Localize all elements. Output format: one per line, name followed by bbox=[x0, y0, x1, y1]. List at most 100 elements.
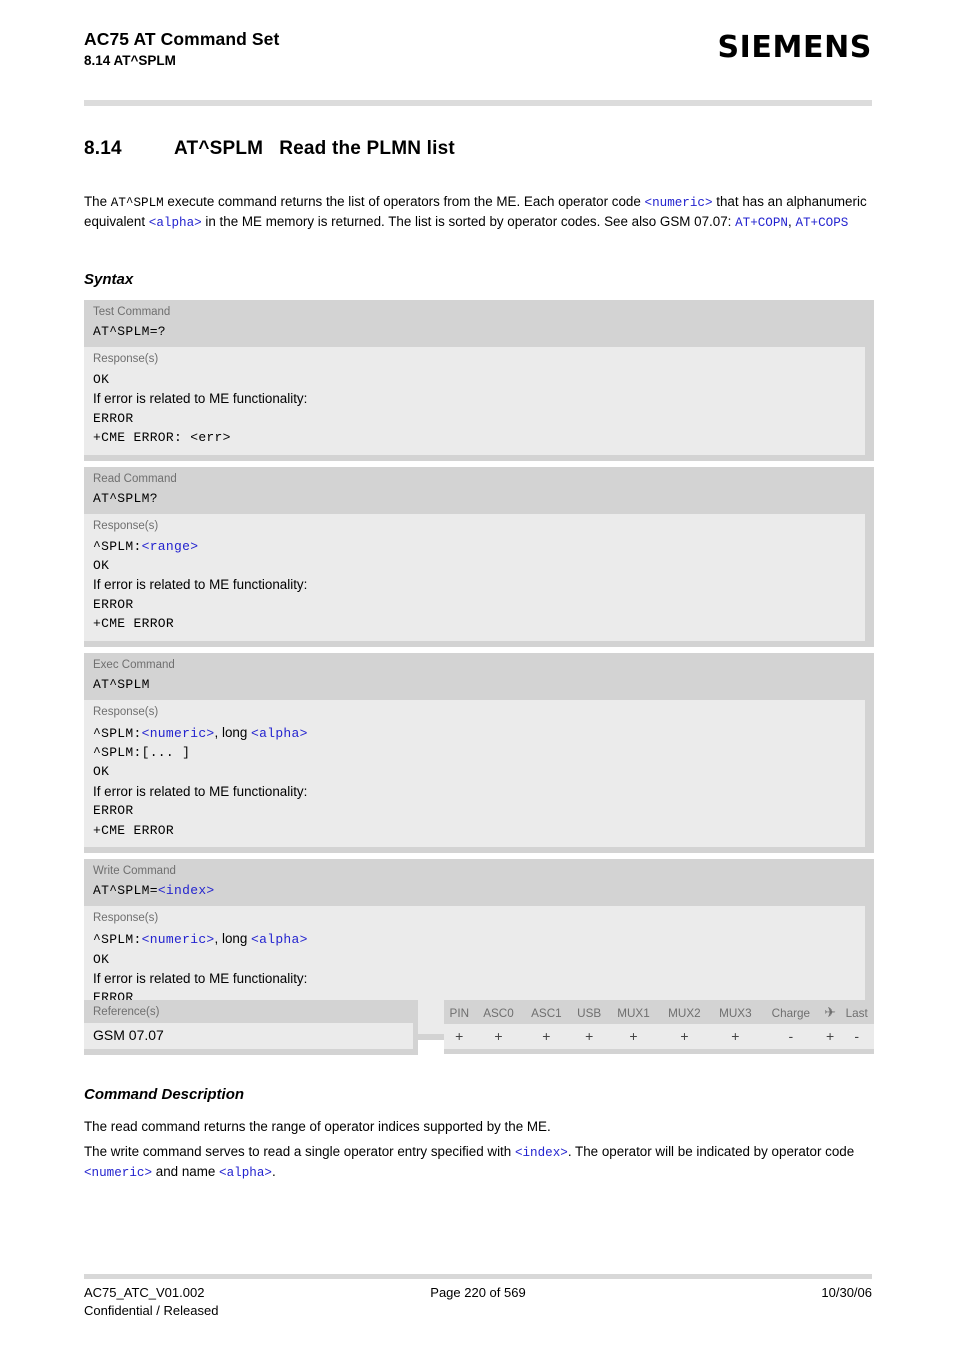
description-param-numeric: <numeric> bbox=[84, 1165, 153, 1180]
write-responses-label: Response(s) bbox=[93, 912, 159, 925]
capability-col-pin: PIN bbox=[449, 1006, 470, 1020]
write-response-param-numeric: <numeric> bbox=[141, 932, 215, 948]
capability-value-mux1: + bbox=[608, 1024, 659, 1049]
capability-value-airplane: + bbox=[820, 1024, 840, 1049]
intro-link-atcops[interactable]: AT+COPS bbox=[795, 216, 848, 230]
intro-text-2: execute command returns the list of oper… bbox=[163, 194, 645, 209]
intro-param-alpha: <alpha> bbox=[148, 215, 202, 230]
capability-col-last: Last bbox=[845, 1006, 868, 1020]
test-response-wrapper: Response(s) OK If error is related to ME… bbox=[84, 347, 874, 461]
read-command-label: Read Command bbox=[93, 472, 177, 485]
test-response-line: If error is related to ME functionality: bbox=[93, 391, 308, 407]
write-command-param-index: <index> bbox=[157, 883, 215, 899]
description-text-d: . bbox=[271, 1163, 276, 1179]
write-response-line: OK bbox=[93, 951, 110, 967]
footer-page-number: Page 220 of 569 bbox=[430, 1285, 526, 1300]
reference-label: Reference(s) bbox=[93, 1006, 160, 1018]
read-command-syntax: AT^SPLM? bbox=[93, 490, 158, 506]
read-response-param-range: <range> bbox=[141, 538, 199, 554]
write-response-splm: ^SPLM:<numeric>, long <alpha> bbox=[93, 929, 856, 949]
page-footer: AC75_ATC_V01.002 Confidential / Released… bbox=[84, 1284, 872, 1324]
description-text-a: The write command serves to read a singl… bbox=[84, 1144, 515, 1159]
capability-table: PIN ASC0 ASC1 USB MUX1 MUX2 MUX3 Charge … bbox=[444, 1004, 874, 1049]
test-response-box: Response(s) OK If error is related to ME… bbox=[84, 347, 865, 455]
exec-command-syntax: AT^SPLM bbox=[93, 676, 150, 692]
capability-box: PIN ASC0 ASC1 USB MUX1 MUX2 MUX3 Charge … bbox=[444, 1000, 874, 1054]
test-command-header: Test Command AT^SPLM=? bbox=[84, 300, 874, 347]
capability-col-mux2: MUX2 bbox=[668, 1006, 701, 1020]
write-command-syntax: AT^SPLM=<index> bbox=[93, 882, 865, 900]
section-title: Read the PLMN list bbox=[279, 138, 455, 159]
write-response-line: If error is related to ME functionality: bbox=[93, 970, 308, 986]
description-text-b: . The operator will be indicated by oper… bbox=[567, 1144, 855, 1159]
capability-value-asc0: + bbox=[474, 1024, 523, 1049]
syntax-heading: Syntax bbox=[84, 271, 134, 288]
exec-command-label: Exec Command bbox=[93, 658, 175, 671]
read-response-line: OK bbox=[93, 558, 110, 574]
footer-classification: Confidential / Released bbox=[84, 1302, 219, 1318]
exec-response-param-alpha: <alpha> bbox=[251, 725, 308, 741]
read-response-line: +CME ERROR bbox=[93, 616, 175, 632]
read-response-prefix: ^SPLM: bbox=[93, 538, 142, 554]
intro-text-1: The bbox=[84, 194, 111, 209]
capability-value-mux3: + bbox=[709, 1024, 761, 1049]
capability-col-mux3: MUX3 bbox=[719, 1006, 752, 1020]
write-response-param-alpha: <alpha> bbox=[251, 932, 308, 948]
read-responses-label: Response(s) bbox=[93, 519, 159, 532]
exec-response-wrapper: Response(s) ^SPLM:<numeric>, long <alpha… bbox=[84, 699, 874, 854]
capability-value-last: - bbox=[839, 1024, 874, 1049]
reference-capability-row: Reference(s) GSM 07.07 PIN ASC0 ASC1 USB… bbox=[84, 1000, 874, 1055]
capability-col-asc1: ASC1 bbox=[531, 1006, 562, 1020]
read-response-line: If error is related to ME functionality: bbox=[93, 577, 308, 593]
test-command-syntax: AT^SPLM=? bbox=[93, 324, 166, 339]
header-divider bbox=[84, 100, 872, 106]
read-response-splm: ^SPLM:<range> bbox=[93, 537, 856, 556]
intro-paragraph: The AT^SPLM execute command returns the … bbox=[84, 193, 874, 232]
description-paragraph-1: The read command returns the range of op… bbox=[84, 1119, 551, 1134]
page-header: AC75 AT Command Set 8.14 AT^SPLM SIEMENS bbox=[84, 28, 872, 88]
capability-value-asc1: + bbox=[522, 1024, 571, 1049]
exec-response-splm: ^SPLM:<numeric>, long <alpha> bbox=[93, 723, 856, 743]
read-response-box: Response(s) ^SPLM:<range> OK If error is… bbox=[84, 513, 865, 641]
description-text-c: and name bbox=[152, 1163, 220, 1179]
write-response-mid-text: , long bbox=[214, 931, 252, 947]
exec-command-block: Exec Command AT^SPLM Response(s) ^SPLM:<… bbox=[84, 652, 874, 854]
footer-date: 10/30/06 bbox=[821, 1285, 872, 1300]
write-response-prefix: ^SPLM: bbox=[93, 932, 142, 948]
capability-col-usb: USB bbox=[577, 1006, 602, 1020]
airplane-icon: ✈ bbox=[821, 1004, 839, 1024]
read-command-header: Read Command AT^SPLM? bbox=[84, 466, 874, 514]
test-command-label: Test Command bbox=[93, 306, 171, 318]
read-response-wrapper: Response(s) ^SPLM:<range> OK If error is… bbox=[84, 513, 874, 647]
reference-box: Reference(s) GSM 07.07 bbox=[84, 1000, 418, 1055]
description-param-index: <index> bbox=[514, 1146, 568, 1160]
section-heading: 8.14 AT^SPLM Read the PLMN list bbox=[84, 138, 455, 160]
capability-value-usb: + bbox=[570, 1024, 609, 1049]
write-command-prefix: AT^SPLM= bbox=[93, 883, 158, 899]
reference-value: GSM 07.07 bbox=[84, 1023, 413, 1049]
read-response-line: ERROR bbox=[93, 596, 134, 612]
command-description-heading: Command Description bbox=[84, 1086, 245, 1103]
exec-responses-label: Response(s) bbox=[93, 705, 159, 718]
capability-value-row: + + + + + + + - + - bbox=[444, 1024, 874, 1049]
exec-response-line: ERROR bbox=[93, 803, 134, 819]
intro-link-atcopn[interactable]: AT+COPN bbox=[735, 216, 788, 230]
document-page: AC75 AT Command Set 8.14 AT^SPLM SIEMENS… bbox=[0, 0, 954, 1351]
document-title: AC75 AT Command Set bbox=[84, 29, 280, 49]
capability-value-pin: + bbox=[444, 1024, 475, 1049]
read-command-block: Read Command AT^SPLM? Response(s) ^SPLM:… bbox=[84, 466, 874, 647]
test-response-line: OK bbox=[93, 372, 110, 387]
exec-response-splm-ellipsis: ^SPLM:[... ] bbox=[93, 745, 191, 761]
test-response-line: ERROR bbox=[93, 410, 134, 426]
siemens-logo: SIEMENS bbox=[717, 30, 872, 65]
test-command-block: Test Command AT^SPLM=? Response(s) OK If… bbox=[84, 300, 874, 461]
syntax-section: Test Command AT^SPLM=? Response(s) OK If… bbox=[84, 300, 874, 1046]
exec-response-box: Response(s) ^SPLM:<numeric>, long <alpha… bbox=[84, 699, 865, 848]
capability-value-mux2: + bbox=[658, 1024, 710, 1049]
exec-response-line: OK bbox=[93, 764, 110, 780]
capability-value-charge: - bbox=[760, 1024, 821, 1049]
exec-response-line: +CME ERROR bbox=[93, 822, 175, 838]
exec-response-param-numeric: <numeric> bbox=[141, 725, 215, 741]
capability-col-asc0: ASC0 bbox=[483, 1006, 514, 1020]
exec-response-line: If error is related to ME functionality: bbox=[93, 783, 308, 799]
